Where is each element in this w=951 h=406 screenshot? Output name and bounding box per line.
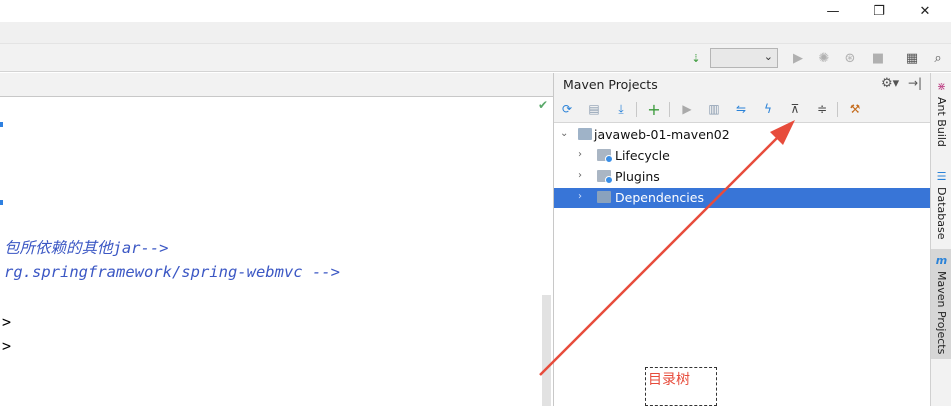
main-toolbar: ⇣ ▶ ✺ ⊛ ■ ▦ ⌕ [0, 44, 951, 72]
update-running-icon[interactable]: ⇣ [686, 48, 706, 68]
tree-item-label: javaweb-01-maven02 [594, 127, 730, 142]
minimize-icon: — [826, 3, 840, 19]
maven-settings-icon[interactable]: ⚒ [846, 100, 864, 118]
selection-handle [0, 200, 3, 205]
maximize-icon: ❐ [873, 3, 885, 19]
toggle-offline-icon[interactable]: ⇋ [732, 100, 750, 118]
collapse-all-icon[interactable]: ≑ [813, 100, 831, 118]
reimport-icon[interactable]: ⟳ [558, 100, 576, 118]
run-configuration-select[interactable]: ⌄ [710, 48, 778, 68]
tab-label: Maven Projects [935, 271, 948, 355]
panel-title: Maven Projects [563, 77, 658, 92]
selection-handle [0, 122, 3, 127]
chevron-down-icon: ⌄ [763, 50, 773, 63]
maven-toolbar: ⟳ ▤ ⤓ + ▶ ▥ ⇋ ϟ ⊼ ≑ ⚒ [554, 96, 931, 123]
chevron-down-icon[interactable]: ⌄ [560, 128, 568, 139]
tree-item-root[interactable]: ⌄ javaweb-01-maven02 [554, 125, 931, 145]
code-comment-line: rg.springframework/spring-webmvc --> [4, 263, 340, 281]
gear-icon[interactable]: ⚙▾ [881, 76, 899, 91]
toolbar-separator [837, 102, 838, 117]
ide-window: — ❐ ✕ ⇣ ▶ ✺ ⊛ ■ ▦ ⌕ ⌄ ✔ 包所依赖的其他jar--> rg… [0, 0, 951, 406]
debug-icon[interactable]: ✺ [814, 48, 834, 68]
tree-item-plugins[interactable]: › Plugins [554, 167, 931, 187]
database-icon: ☰ [936, 170, 947, 183]
run-maven-icon[interactable]: ▶ [678, 100, 696, 118]
execute-goal-icon[interactable]: ▥ [705, 100, 723, 118]
maven-icon: m [935, 254, 948, 267]
toolbar-separator [636, 102, 637, 117]
chevron-right-icon[interactable]: › [578, 191, 582, 202]
skip-tests-icon[interactable]: ϟ [759, 100, 777, 118]
maven-module-icon [578, 128, 592, 140]
panel-header: Maven Projects ⚙▾ →| [554, 73, 931, 96]
chevron-right-icon[interactable]: › [578, 170, 582, 181]
editor-scrollbar[interactable] [542, 295, 551, 406]
minimize-button[interactable]: — [810, 0, 856, 22]
check-icon: ✔ [538, 98, 549, 112]
coverage-icon[interactable]: ⊛ [840, 48, 860, 68]
maximize-button[interactable]: ❐ [856, 0, 902, 22]
hide-panel-icon[interactable]: →| [908, 76, 922, 90]
close-button[interactable]: ✕ [902, 0, 948, 22]
code-comment-line: 包所依赖的其他jar--> [4, 239, 169, 257]
download-icon[interactable]: ⤓ [612, 100, 630, 118]
maven-projects-panel: Maven Projects ⚙▾ →| ⟳ ▤ ⤓ + ▶ ▥ ⇋ ϟ ⊼ ≑… [553, 73, 931, 406]
chevron-right-icon[interactable]: › [578, 149, 582, 160]
ant-icon: ⋇ [936, 80, 947, 93]
annotation-box: 目录树 [645, 367, 717, 406]
tab-maven-projects[interactable]: m Maven Projects [931, 249, 951, 359]
search-icon[interactable]: ⌕ [928, 48, 948, 68]
project-structure-icon[interactable]: ▦ [902, 48, 922, 68]
tree-item-label: Lifecycle [615, 148, 670, 163]
tree-item-label: Plugins [615, 169, 660, 184]
tab-ant-build[interactable]: ⋇ Ant Build [931, 75, 951, 157]
code-line: > [2, 337, 12, 355]
toolbar-separator [669, 102, 670, 117]
library-icon [597, 191, 611, 203]
annotation-label: 目录树 [648, 372, 690, 388]
tab-label: Database [935, 187, 948, 240]
tool-window-strip: ⋇ Ant Build ☰ Database m Maven Projects [930, 73, 951, 406]
title-bar: — ❐ ✕ [0, 0, 951, 22]
editor-tab-bar [0, 73, 553, 97]
tree-item-lifecycle[interactable]: › Lifecycle [554, 146, 931, 166]
tab-database[interactable]: ☰ Database [931, 165, 951, 245]
code-editor[interactable]: ✔ 包所依赖的其他jar--> rg.springframework/sprin… [0, 73, 553, 406]
tab-label: Ant Build [935, 97, 948, 147]
menu-bar [0, 22, 951, 44]
stop-icon[interactable]: ■ [868, 48, 888, 68]
tree-item-label: Dependencies [615, 190, 704, 205]
show-dependencies-icon[interactable]: ⊼ [786, 100, 804, 118]
generate-sources-icon[interactable]: ▤ [585, 100, 603, 118]
run-icon[interactable]: ▶ [788, 48, 808, 68]
folder-icon [597, 149, 613, 163]
folder-icon [597, 170, 613, 184]
close-icon: ✕ [919, 3, 931, 19]
code-line: > [2, 313, 12, 331]
add-icon[interactable]: + [645, 100, 663, 119]
tree-item-dependencies[interactable]: › Dependencies [554, 188, 931, 208]
